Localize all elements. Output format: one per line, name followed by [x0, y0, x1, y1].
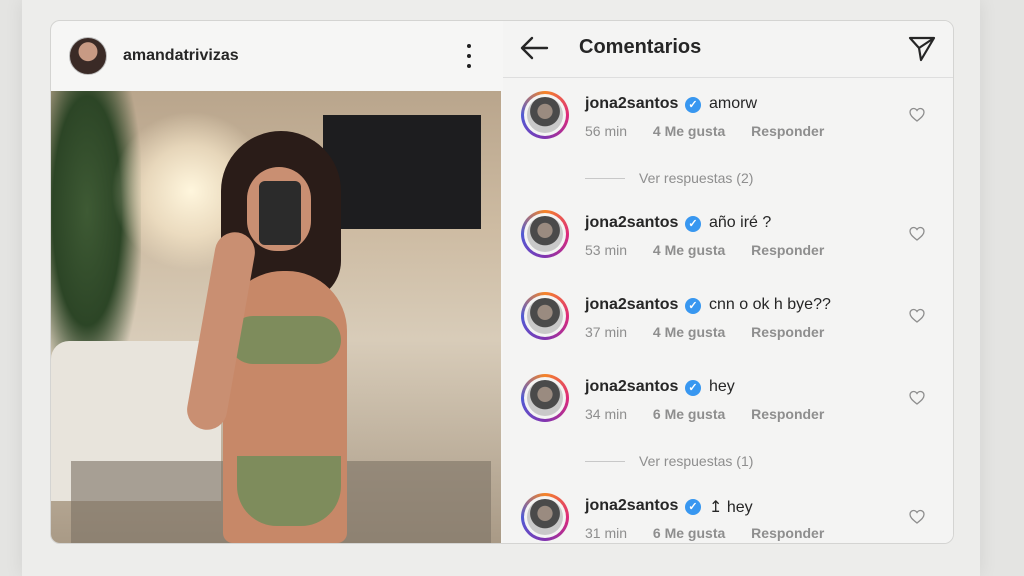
- view-replies-label[interactable]: Ver respuestas (2): [639, 170, 753, 186]
- post-photo[interactable]: [51, 91, 501, 543]
- comment-meta: 34 min 6 Me gusta Responder: [585, 406, 846, 422]
- comment-username[interactable]: jona2santos: [585, 95, 678, 113]
- comment-text: cnn o ok h bye??: [709, 296, 831, 313]
- comment-time: 53 min: [585, 242, 628, 258]
- verified-badge-icon: ✓: [685, 499, 701, 515]
- comment-meta: 31 min 6 Me gusta Responder: [585, 525, 846, 541]
- reply-button[interactable]: Responder: [751, 324, 824, 340]
- comments-title: Comentarios: [579, 36, 702, 58]
- comment-item: jona2santos ✓ hey 34 min 6 Me gusta Resp…: [503, 374, 953, 438]
- comment-item: jona2santos ✓ amorw 56 min 4 Me gusta Re…: [503, 91, 953, 155]
- commenter-avatar[interactable]: [521, 374, 569, 422]
- post-header: amandatrivizas: [51, 21, 501, 91]
- comments-header: Comentarios: [503, 21, 953, 78]
- verified-badge-icon: ✓: [685, 380, 701, 396]
- verified-badge-icon: ✓: [685, 216, 701, 232]
- comment-text: hey: [709, 378, 735, 395]
- comment-text: año iré ?: [709, 214, 772, 231]
- arrow-left-icon[interactable]: [519, 35, 549, 61]
- comment-username[interactable]: jona2santos: [585, 214, 678, 232]
- comment-likes[interactable]: 4 Me gusta: [653, 324, 725, 340]
- comment-item: jona2santos ✓ ↥ hey 31 min 6 Me gusta Re…: [503, 493, 953, 543]
- reply-button[interactable]: Responder: [751, 406, 824, 422]
- comment-username[interactable]: jona2santos: [585, 296, 678, 314]
- reply-button[interactable]: Responder: [751, 525, 824, 541]
- replies-divider: [585, 461, 625, 462]
- reply-button[interactable]: Responder: [751, 123, 824, 139]
- instagram-post-card: amandatrivizas Comentarios jona2santos ✓…: [50, 20, 954, 544]
- more-vertical-icon[interactable]: [463, 44, 475, 68]
- post-author-avatar[interactable]: [69, 37, 107, 75]
- reply-button[interactable]: Responder: [751, 242, 824, 258]
- comment-meta: 56 min 4 Me gusta Responder: [585, 123, 846, 139]
- verified-badge-icon: ✓: [685, 97, 701, 113]
- comment-username[interactable]: jona2santos: [585, 378, 678, 396]
- comment-time: 34 min: [585, 406, 628, 422]
- commenter-avatar[interactable]: [521, 493, 569, 541]
- heart-icon[interactable]: [909, 226, 925, 242]
- view-replies[interactable]: Ver respuestas (1): [585, 452, 845, 472]
- heart-icon[interactable]: [909, 390, 925, 406]
- comment-username[interactable]: jona2santos: [585, 497, 678, 515]
- view-replies-label[interactable]: Ver respuestas (1): [639, 453, 753, 469]
- commenter-avatar[interactable]: [521, 91, 569, 139]
- comments-panel: Comentarios jona2santos ✓ amorw 56 min 4…: [503, 21, 953, 543]
- commenter-avatar[interactable]: [521, 210, 569, 258]
- replies-divider: [585, 178, 625, 179]
- comment-item: jona2santos ✓ año iré ? 53 min 4 Me gust…: [503, 210, 953, 274]
- verified-badge-icon: ✓: [685, 298, 701, 314]
- post-username[interactable]: amandatrivizas: [123, 47, 239, 65]
- comment-likes[interactable]: 6 Me gusta: [653, 525, 725, 541]
- comment-likes[interactable]: 4 Me gusta: [653, 242, 725, 258]
- comment-time: 37 min: [585, 324, 628, 340]
- comment-time: 31 min: [585, 525, 628, 541]
- comment-text: ↥ hey: [709, 499, 753, 516]
- comment-likes[interactable]: 6 Me gusta: [653, 406, 725, 422]
- comment-likes[interactable]: 4 Me gusta: [653, 123, 725, 139]
- comment-meta: 37 min 4 Me gusta Responder: [585, 324, 846, 340]
- heart-icon[interactable]: [909, 509, 925, 525]
- comment-text: amorw: [709, 95, 758, 112]
- comment-meta: 53 min 4 Me gusta Responder: [585, 242, 846, 258]
- heart-icon[interactable]: [909, 107, 925, 123]
- comment-time: 56 min: [585, 123, 628, 139]
- commenter-avatar[interactable]: [521, 292, 569, 340]
- comment-item: jona2santos ✓ cnn o ok h bye?? 37 min 4 …: [503, 292, 953, 356]
- send-icon[interactable]: [907, 33, 937, 63]
- heart-icon[interactable]: [909, 308, 925, 324]
- view-replies[interactable]: Ver respuestas (2): [585, 169, 845, 189]
